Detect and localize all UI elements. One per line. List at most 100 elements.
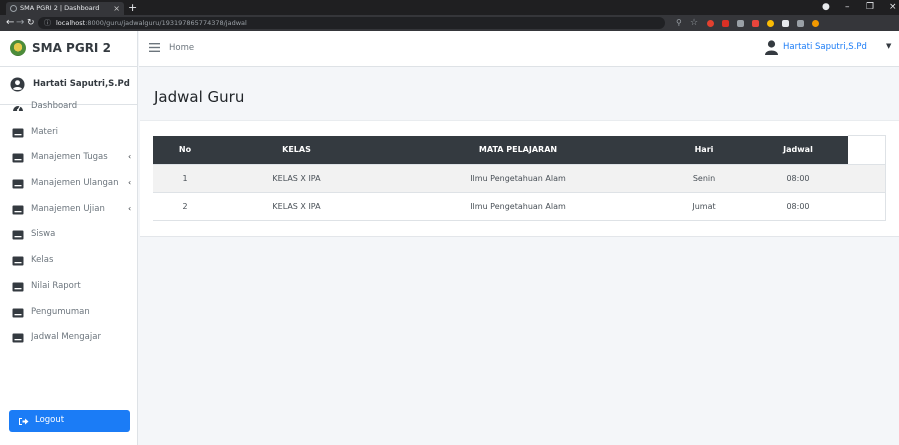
browser-tab[interactable]: SMA PGRI 2 | Dashboard × [6,2,124,15]
browser-tab-title: SMA PGRI 2 | Dashboard [20,4,100,12]
cell-jadwal: 08:00 [748,164,848,193]
forward-icon[interactable]: → [16,15,24,31]
cell-empty [848,164,886,193]
column-header-no[interactable]: No [153,135,217,165]
table-row: 2 KELAS X IPA Ilmu Pengetahuan Alam Juma… [153,192,886,221]
extension-icon[interactable] [767,20,774,27]
sidebar-item-label: Manajemen Tugas [31,152,108,163]
sidebar-user-name: Hartati Saputri,S.Pd [33,79,130,89]
cell-mata-pelajaran: Ilmu Pengetahuan Alam [376,192,660,221]
close-window-icon[interactable]: × [889,0,897,15]
user-circle-icon [10,77,25,92]
globe-icon [10,5,17,12]
user-icon[interactable] [765,40,778,55]
browser-tab-bar: SMA PGRI 2 | Dashboard × + ● – ❐ × [0,0,899,15]
logout-button[interactable]: Logout [9,410,130,432]
book-icon [12,256,24,266]
url-path: :8000/guru/jadwalguru/193197865774378/ja… [85,19,247,27]
hamburger-menu-icon[interactable] [149,43,160,52]
column-header-kelas[interactable]: KELAS [217,135,376,165]
sidebar-item-materi[interactable]: Materi [0,121,138,147]
close-tab-icon[interactable]: × [113,2,120,15]
address-bar: ← → ↻ ⓘ localhost:8000/guru/jadwalguru/1… [0,15,899,31]
caret-down-icon[interactable]: ▼ [886,42,891,50]
column-header-jadwal[interactable]: Jadwal [748,135,848,165]
cell-empty [848,192,886,221]
sidebar-item-dashboard[interactable]: Dashboard [0,95,138,121]
sidebar-item-siswa[interactable]: Siswa [0,223,138,249]
book-icon [12,128,24,138]
sidebar-item-label: Materi [31,126,58,137]
sign-out-icon [19,418,29,425]
bookmark-star-icon[interactable]: ☆ [690,15,698,31]
zoom-icon[interactable]: ⚲ [676,15,682,31]
page-title: Jadwal Guru [154,88,245,106]
sidebar-item-label: Manajemen Ujian [31,203,105,214]
schedule-table: No KELAS MATA PELAJARAN Hari Jadwal 1 KE… [153,135,886,221]
column-header-empty [848,135,886,165]
sidebar-item-manajemen-tugas[interactable]: Manajemen Tugas ‹ [0,146,138,172]
sidebar-item-label: Siswa [31,229,56,240]
puzzle-icon[interactable] [782,20,789,27]
extension-icon[interactable] [752,20,759,27]
table-header-row: No KELAS MATA PELAJARAN Hari Jadwal [153,135,886,165]
back-icon[interactable]: ← [6,15,14,31]
logout-label: Logout [35,415,65,425]
sidebar-item-pengumuman[interactable]: Pengumuman [0,301,138,327]
navbar-user-name[interactable]: Hartati Saputri,S.Pd [783,42,867,52]
chevron-left-icon[interactable]: ‹ [128,204,131,213]
sidebar-item-kelas[interactable]: Kelas [0,249,138,275]
cell-hari: Senin [660,164,748,193]
book-icon [12,282,24,292]
top-navbar: Home Hartati Saputri,S.Pd ▼ [139,31,899,67]
table-row: 1 KELAS X IPA Ilmu Pengetahuan Alam Seni… [153,164,886,193]
extension-icon[interactable] [737,20,744,27]
new-tab-button[interactable]: + [128,0,137,15]
sidebar-item-nilai-raport[interactable]: Nilai Raport [0,275,138,301]
cell-hari: Jumat [660,192,748,221]
book-icon [12,230,24,240]
book-icon [12,308,24,317]
chevron-left-icon[interactable]: ‹ [128,152,131,161]
sidebar-item-jadwal-mengajar[interactable]: Jadwal Mengajar [0,326,138,352]
sidebar-item-label: Pengumuman [31,306,90,317]
reload-icon[interactable]: ↻ [27,15,35,31]
book-icon [12,153,24,163]
info-icon: ⓘ [44,19,51,27]
extension-icon[interactable] [722,20,729,27]
sidebar-item-label: Dashboard [31,101,78,111]
book-icon [12,333,24,343]
maximize-icon[interactable]: ❐ [866,0,874,15]
cell-mata-pelajaran: Ilmu Pengetahuan Alam [376,164,660,193]
school-logo [10,40,26,56]
cell-jadwal: 08:00 [748,192,848,221]
sidebar-item-manajemen-ulangan[interactable]: Manajemen Ulangan ‹ [0,172,138,198]
cell-kelas: KELAS X IPA [217,192,376,221]
sidebar-item-label: Nilai Raport [31,280,81,291]
cell-no: 2 [153,192,217,221]
brand-text: SMA PGRI 2 [32,41,111,55]
sidebar-item-manajemen-ujian[interactable]: Manajemen Ujian ‹ [0,198,138,224]
book-icon [12,205,24,215]
sidebar-item-label: Kelas [31,255,54,266]
brand[interactable]: SMA PGRI 2 [0,31,137,67]
tachometer-icon [13,105,23,112]
sidebar-item-label: Manajemen Ulangan [31,178,119,189]
home-link[interactable]: Home [169,43,194,53]
cell-no: 1 [153,164,217,193]
sidebar-item-label: Jadwal Mengajar [31,332,101,343]
url-host: localhost [56,19,86,27]
profile-icon[interactable]: ● [822,0,830,15]
cell-kelas: KELAS X IPA [217,164,376,193]
sidebar-menu: Dashboard Materi Manajemen Tugas ‹ Manaj… [0,95,138,352]
chevron-left-icon[interactable]: ‹ [128,178,131,187]
book-icon [12,179,24,189]
avatar-icon[interactable] [812,20,819,27]
extension-icon[interactable] [707,20,714,27]
column-header-hari[interactable]: Hari [660,135,748,165]
minimize-icon[interactable]: – [845,0,850,15]
column-header-mata-pelajaran[interactable]: MATA PELAJARAN [376,135,660,165]
schedule-card: No KELAS MATA PELAJARAN Hari Jadwal 1 KE… [140,120,899,237]
playlist-icon[interactable] [797,20,804,27]
url-field[interactable]: ⓘ localhost:8000/guru/jadwalguru/1931978… [38,17,665,29]
